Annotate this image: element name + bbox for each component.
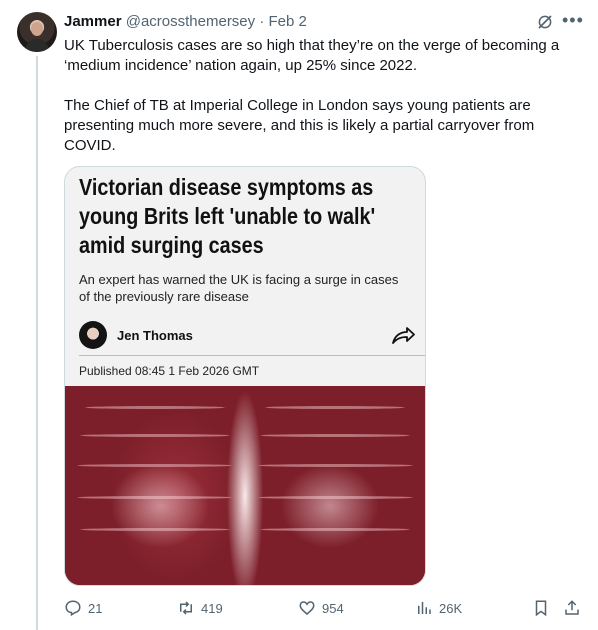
tweet-paragraph-1: UK Tuberculosis cases are so high that t… (64, 37, 560, 74)
share-icon (565, 600, 579, 615)
card-divider (79, 355, 425, 356)
action-bar: 21 419 954 26K (64, 598, 584, 618)
card-author-avatar (79, 321, 107, 349)
share-button[interactable] (563, 598, 587, 618)
views-button[interactable]: 26K (415, 598, 462, 618)
bookmark-button[interactable] (532, 598, 556, 618)
tweet-header: Jammer @acrossthemersey · Feb 2 (64, 12, 307, 32)
grok-icon[interactable] (536, 13, 554, 31)
share-arrow-icon (392, 327, 415, 344)
card-subheadline: An expert has warned the UK is facing a … (79, 272, 399, 304)
repost-icon (180, 601, 192, 615)
chest-xray-image (65, 386, 425, 585)
reply-icon (65, 600, 81, 617)
avatar-face (31, 22, 43, 36)
tweet-paragraph-2: The Chief of TB at Imperial College in L… (64, 97, 535, 154)
bookmark-icon (535, 600, 547, 617)
like-count: 954 (322, 600, 344, 616)
avatar-shirt (25, 39, 49, 52)
tweet-text: UK Tuberculosis cases are so high that t… (64, 36, 584, 176)
repost-count: 419 (201, 600, 223, 616)
views-count: 26K (439, 600, 463, 616)
author-name[interactable]: Jammer (64, 13, 122, 30)
more-icon[interactable]: ••• (562, 10, 583, 30)
views-icon (418, 602, 431, 614)
repost-button[interactable]: 419 (177, 598, 223, 618)
tweet-date[interactable]: Feb 2 (269, 13, 307, 30)
card-published: Published 08:45 1 Feb 2026 GMT (79, 364, 260, 378)
separator-dot: · (259, 13, 265, 30)
thread-line (36, 56, 38, 630)
author-handle[interactable]: @acrossthemersey (126, 13, 255, 30)
reply-button[interactable]: 21 (64, 598, 102, 618)
heart-icon (299, 601, 315, 615)
card-headline: Victorian disease symptoms as young Brit… (79, 174, 376, 258)
like-button[interactable]: 954 (298, 598, 344, 618)
card-author-name: Jen Thomas (117, 328, 193, 343)
media-card[interactable]: Victorian disease symptoms as young Brit… (64, 166, 426, 586)
author-avatar[interactable] (17, 12, 57, 52)
reply-count: 21 (88, 600, 103, 616)
